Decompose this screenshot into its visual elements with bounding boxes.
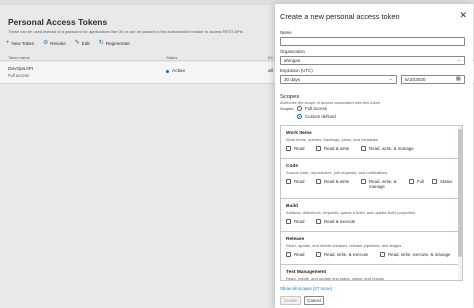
checkbox-icon bbox=[380, 252, 385, 257]
radio-label: Custom defined bbox=[305, 114, 336, 119]
checkbox-icon bbox=[316, 179, 321, 184]
radio-circle-icon bbox=[297, 106, 302, 111]
checkbox-build-read-execute[interactable]: Read & execute bbox=[316, 219, 355, 224]
checkbox-icon bbox=[361, 146, 366, 151]
checkbox-label: Status bbox=[440, 179, 453, 184]
checkbox-build-read[interactable]: Read bbox=[286, 219, 305, 224]
create-token-panel: Create a new personal access token ✕ Nam… bbox=[275, 4, 473, 308]
checkbox-icon bbox=[409, 179, 414, 184]
checkbox-icon bbox=[286, 179, 291, 184]
organization-value: ahingan bbox=[284, 58, 301, 63]
checkbox-release-execute[interactable]: Read, write, & execute bbox=[316, 252, 368, 257]
checkbox-icon bbox=[286, 146, 291, 151]
scope-section-test-management: Test Management Read, create, and update… bbox=[281, 265, 462, 281]
checkbox-code-status[interactable]: Status bbox=[432, 179, 452, 184]
name-label: Name bbox=[280, 30, 292, 35]
scope-list-scrollbar[interactable] bbox=[458, 126, 462, 280]
checkbox-label: Read, write, & execute bbox=[324, 252, 369, 257]
checkbox-code-manage[interactable]: Read, write, & manage bbox=[361, 179, 403, 189]
checkbox-label: Read, write, execute, & manage bbox=[388, 252, 451, 257]
checkbox-release-read[interactable]: Read bbox=[286, 252, 305, 257]
checkbox-icon bbox=[286, 219, 291, 224]
checkbox-icon bbox=[432, 179, 437, 184]
chevron-down-icon: ⌄ bbox=[388, 76, 393, 82]
section-title: Code bbox=[286, 164, 298, 169]
checkbox-work-items-read-write[interactable]: Read & write bbox=[316, 146, 349, 151]
checkbox-label: Read, write, & manage bbox=[369, 179, 397, 189]
checkbox-label: Read bbox=[294, 146, 305, 151]
show-all-scopes-link[interactable]: Show all scopes (27 more) bbox=[280, 286, 332, 291]
checkbox-icon bbox=[316, 146, 321, 151]
checkbox-label: Read bbox=[294, 179, 305, 184]
checkbox-icon bbox=[361, 179, 366, 184]
organization-select[interactable]: ahingan ⌄ bbox=[280, 56, 465, 65]
expiration-select[interactable]: 30 days ⌄ bbox=[280, 75, 397, 84]
close-icon[interactable]: ✕ bbox=[459, 10, 467, 21]
radio-selected-icon bbox=[297, 114, 302, 119]
checkbox-label: Read bbox=[294, 219, 305, 224]
scope-section-work-items: Work Items Work items, queries, backlogs… bbox=[281, 126, 462, 159]
expiration-date: 5/10/2020 bbox=[405, 77, 426, 82]
scope-section-code: Code Source code, repositories, pull req… bbox=[281, 159, 462, 199]
radio-label: Full access bbox=[305, 106, 327, 111]
section-description: Work items, queries, backlogs, plans, an… bbox=[286, 137, 378, 142]
expiration-label: Expiration (UTC) bbox=[280, 68, 313, 73]
name-input[interactable] bbox=[280, 37, 465, 46]
checkbox-icon bbox=[316, 252, 321, 257]
section-description: Artifacts, definitions, requests, queue … bbox=[286, 210, 416, 215]
cancel-button[interactable]: Cancel bbox=[304, 296, 324, 305]
checkbox-code-read[interactable]: Read bbox=[286, 179, 305, 184]
section-description: Read, create, and update test plans, cas… bbox=[286, 276, 384, 281]
checkbox-icon bbox=[286, 252, 291, 257]
expiration-value: 30 days bbox=[284, 77, 301, 82]
section-description: Read, update, and delete releases, relea… bbox=[286, 243, 402, 248]
section-title: Release bbox=[286, 237, 305, 242]
checkbox-label: Read & write bbox=[324, 146, 350, 151]
checkbox-icon bbox=[316, 219, 321, 224]
section-description: Source code, repositories, pull requests… bbox=[286, 170, 388, 175]
section-title: Test Management bbox=[286, 270, 327, 275]
panel-title: Create a new personal access token bbox=[280, 12, 400, 21]
scrollbar-thumb[interactable] bbox=[458, 129, 462, 257]
scope-section-build: Build Artifacts, definitions, requests, … bbox=[281, 199, 462, 232]
radio-full-access[interactable]: Full access bbox=[297, 106, 327, 111]
section-title: Work Items bbox=[286, 131, 312, 136]
organization-label: Organization bbox=[280, 49, 305, 54]
checkbox-release-manage[interactable]: Read, write, execute, & manage bbox=[380, 252, 450, 257]
radio-custom-defined[interactable]: Custom defined bbox=[297, 114, 336, 119]
chevron-down-icon: ⌄ bbox=[456, 57, 461, 63]
checkbox-label: Read & execute bbox=[324, 219, 356, 224]
checkbox-label: Read, write, & manage bbox=[369, 146, 414, 151]
checkbox-work-items-manage[interactable]: Read, write, & manage bbox=[361, 146, 414, 151]
checkbox-code-read-write[interactable]: Read & write bbox=[316, 179, 349, 184]
checkbox-label: Full bbox=[417, 179, 425, 184]
scopes-label: Scopes bbox=[280, 106, 294, 111]
scope-list: Work Items Work items, queries, backlogs… bbox=[280, 125, 463, 281]
expiration-date-picker[interactable]: 5/10/2020 ▦ bbox=[401, 75, 465, 84]
checkbox-code-full[interactable]: Full bbox=[409, 179, 424, 184]
calendar-icon[interactable]: ▦ bbox=[456, 76, 461, 83]
create-button[interactable]: Create bbox=[280, 296, 301, 305]
checkbox-work-items-read[interactable]: Read bbox=[286, 146, 305, 151]
checkbox-label: Read bbox=[294, 252, 305, 257]
checkbox-label: Read & write bbox=[324, 179, 350, 184]
section-title: Build bbox=[286, 204, 298, 209]
scopes-description: Authorize the scope of access associated… bbox=[280, 100, 381, 105]
scope-section-release: Release Read, update, and delete release… bbox=[281, 232, 462, 265]
